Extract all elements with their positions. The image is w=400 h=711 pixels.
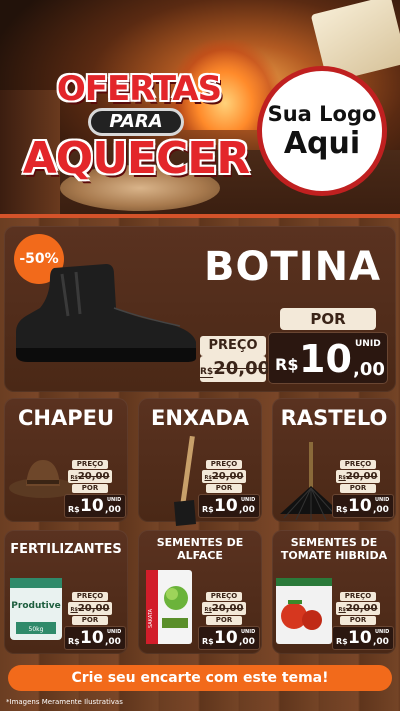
- featured-new-price: R$ 10 UNID ,00: [268, 332, 388, 384]
- title-line-ofertas: OFERTAS: [56, 69, 222, 109]
- fertilizer-weight-label: 50kg: [29, 626, 44, 633]
- old-price: R$20,00: [68, 470, 112, 483]
- product-card[interactable]: FERTILIZANTES Produtive 50kg PREÇO R$20,00 PO…: [4, 530, 128, 654]
- por-label: POR: [206, 484, 242, 493]
- product-card[interactable]: SEMENTES DE TOMATE HIBRIDA PREÇO R$20,00 PO…: [272, 530, 396, 654]
- old-price: R$20,00: [202, 470, 246, 483]
- por-label: POR: [206, 616, 242, 625]
- price-block: PREÇO R$20,00 POR R$ 10 UNID ,00: [64, 460, 128, 518]
- old-price: R$20,00: [336, 470, 380, 483]
- new-price: R$ 10 UNID ,00: [64, 626, 126, 650]
- create-flyer-button[interactable]: Crie seu encarte com este tema!: [8, 665, 392, 691]
- seeds-brand-label: SAKATA: [148, 608, 154, 628]
- por-label: POR: [72, 616, 108, 625]
- title-line-aquecer: AQUECER: [22, 133, 250, 184]
- new-price: R$ 10 UNID ,00: [198, 626, 260, 650]
- logo-line-2: Aqui: [283, 126, 361, 161]
- price-block: PREÇO R$20,00 POR R$ 10 UNID ,00: [332, 592, 396, 650]
- featured-por-label: POR: [280, 308, 376, 330]
- product-name: SEMENTES DE TOMATE HIBRIDA: [280, 536, 388, 562]
- campaign-title: OFERTAS PARA AQUECER: [8, 70, 264, 188]
- product-card[interactable]: CHAPEU PREÇO R$20,00 POR R$ 10 UNID ,00: [4, 398, 128, 522]
- new-price: R$ 10 UNID ,00: [332, 494, 394, 518]
- por-label: POR: [340, 616, 376, 625]
- product-image: SAKATA: [144, 568, 194, 650]
- new-price: R$ 10 UNID ,00: [64, 494, 126, 518]
- product-card[interactable]: RASTELO PREÇO R$20,00 POR R$ 10 UNID ,00: [272, 398, 396, 522]
- preco-label: PREÇO: [206, 592, 242, 601]
- price-block: PREÇO R$20,00 POR R$ 10 UNID ,00: [198, 592, 262, 650]
- price-block: PREÇO R$20,00 POR R$ 10 UNID ,00: [198, 460, 262, 518]
- product-image: Produtive 50kg: [8, 574, 68, 648]
- logo-placeholder[interactable]: Sua Logo Aqui: [257, 66, 387, 196]
- old-price: R$20,00: [336, 602, 380, 615]
- boot-image: [16, 264, 196, 362]
- preco-label: PREÇO: [72, 592, 108, 601]
- fertilizer-brand-label: Produtive: [11, 601, 60, 611]
- preco-label: PREÇO: [340, 460, 376, 469]
- featured-preco-label: PREÇO: [200, 336, 266, 356]
- product-name: FERTILIZANTES: [10, 542, 122, 557]
- preco-label: PREÇO: [206, 460, 242, 469]
- disclaimer-text: *Imagens Meramente Ilustrativas: [6, 698, 123, 706]
- product-name: CHAPEU: [17, 406, 115, 430]
- price-block: PREÇO R$20,00 POR R$ 10 UNID ,00: [332, 460, 396, 518]
- product-name: ENXADA: [150, 406, 250, 430]
- preco-label: PREÇO: [340, 592, 376, 601]
- title-line-para: PARA: [88, 108, 184, 136]
- product-name: RASTELO: [280, 406, 388, 430]
- preco-label: PREÇO: [72, 460, 108, 469]
- featured-old-price: R$20,00: [200, 356, 270, 382]
- new-price: R$ 10 UNID ,00: [198, 494, 260, 518]
- new-price: R$ 10 UNID ,00: [332, 626, 394, 650]
- product-card[interactable]: ENXADA PREÇO R$20,00 POR R$ 10 UNID ,00: [138, 398, 262, 526]
- product-card[interactable]: SEMENTES DE ALFACE SAKATA PREÇO R$20,00 POR R…: [138, 530, 262, 654]
- old-price: R$20,00: [202, 602, 246, 615]
- featured-product-name: BOTINA: [204, 244, 382, 290]
- por-label: POR: [72, 484, 108, 493]
- product-image: [274, 576, 334, 650]
- logo-line-1: Sua Logo: [267, 102, 377, 126]
- price-block: PREÇO R$20,00 POR R$ 10 UNID ,00: [64, 592, 128, 650]
- old-price: R$20,00: [68, 602, 112, 615]
- product-name: SEMENTES DE ALFACE: [156, 536, 244, 562]
- por-label: POR: [340, 484, 376, 493]
